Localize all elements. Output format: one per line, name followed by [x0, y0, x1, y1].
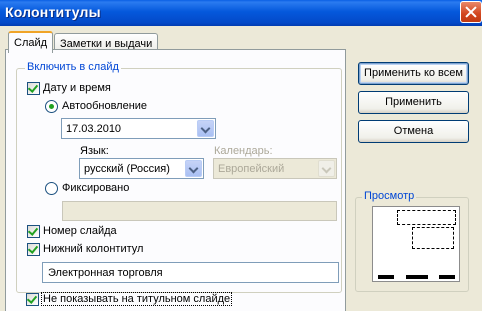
window-title: Колонтитулы	[5, 4, 101, 20]
calendar-value: Европейский	[218, 163, 285, 175]
language-value: русский (Россия)	[84, 163, 170, 175]
date-placeholder-bar	[378, 275, 394, 279]
date-time-label: Дату и время	[43, 82, 111, 94]
hide-on-title-label: Не показывать на титульном слайде	[41, 292, 233, 306]
chevron-down-icon[interactable]	[197, 120, 214, 137]
title-placeholder	[397, 210, 456, 225]
hide-on-title-checkbox[interactable]	[26, 293, 39, 306]
chevron-down-icon	[318, 160, 335, 177]
checkmark-icon	[27, 225, 39, 236]
checkmark-icon	[27, 243, 39, 254]
apply-button[interactable]: Применить	[358, 91, 469, 114]
language-combo[interactable]: русский (Россия)	[79, 158, 204, 179]
preview-title: Просмотр	[362, 190, 417, 202]
close-icon[interactable]	[460, 1, 482, 23]
slide-preview	[372, 206, 460, 282]
fixed-date-input	[62, 201, 337, 221]
tab-slide-label: Слайд	[14, 37, 48, 49]
include-group-title: Включить в слайд	[25, 61, 121, 73]
radio-dot-icon	[49, 104, 54, 109]
tab-slide[interactable]: Слайд	[8, 31, 54, 53]
cancel-button[interactable]: Отмена	[358, 120, 469, 143]
title-bar: Колонтитулы	[0, 0, 482, 26]
footer-label: Нижний колонтитул	[43, 243, 144, 255]
slide-number-label: Номер слайда	[43, 225, 117, 237]
footer-text-input[interactable]: Электронная торговля	[42, 262, 339, 283]
calendar-combo: Европейский	[213, 158, 337, 179]
slide-number-placeholder-bar	[439, 275, 455, 279]
language-label: Язык:	[80, 145, 109, 157]
chevron-down-icon[interactable]	[185, 160, 202, 177]
date-format-value: 17.03.2010	[66, 123, 122, 135]
date-format-combo[interactable]: 17.03.2010	[61, 118, 216, 139]
body-placeholder	[412, 227, 454, 249]
autoupdate-label: Автообновление	[62, 100, 148, 112]
footer-text-value: Электронная торговля	[48, 267, 163, 279]
fixed-label: Фиксировано	[62, 182, 130, 194]
footer-placeholder-bar	[406, 275, 428, 279]
footer-checkbox[interactable]	[27, 243, 40, 256]
fixed-radio[interactable]	[45, 182, 58, 195]
slide-number-checkbox[interactable]	[27, 225, 40, 238]
apply-to-all-button[interactable]: Применить ко всем	[358, 62, 469, 85]
checkmark-icon	[26, 293, 38, 304]
calendar-label: Календарь:	[214, 145, 273, 157]
autoupdate-radio[interactable]	[45, 100, 58, 113]
checkmark-icon	[27, 82, 39, 93]
date-time-checkbox[interactable]	[27, 82, 40, 95]
